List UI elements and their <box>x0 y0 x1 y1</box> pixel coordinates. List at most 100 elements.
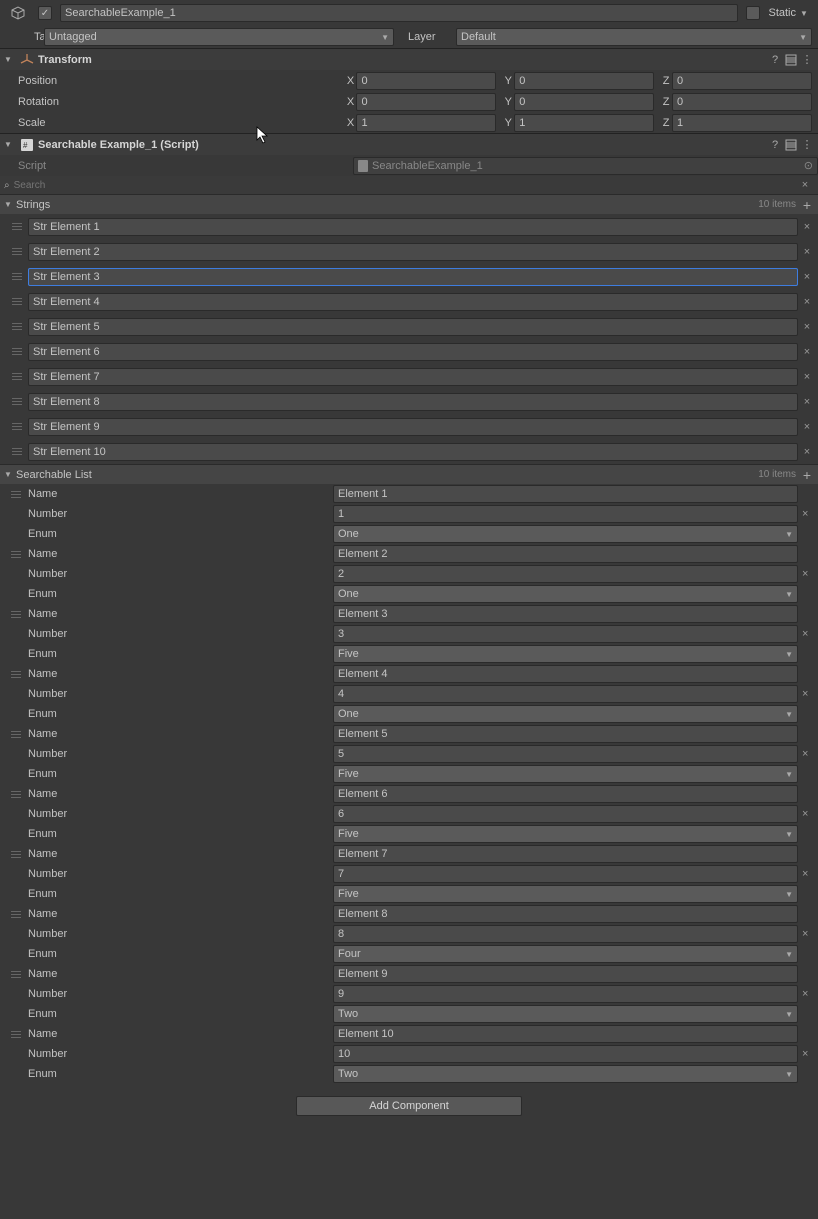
string-input[interactable] <box>28 443 798 461</box>
string-input[interactable] <box>28 368 798 386</box>
drag-handle-icon[interactable] <box>10 398 24 405</box>
drag-handle-icon[interactable] <box>10 911 22 918</box>
x-input[interactable] <box>356 114 496 132</box>
clear-search-icon[interactable]: × <box>798 179 812 191</box>
add-item-icon[interactable]: + <box>800 197 814 213</box>
remove-item-icon[interactable]: × <box>802 748 808 760</box>
number-input[interactable] <box>333 505 798 523</box>
z-label[interactable]: Z <box>660 117 672 129</box>
search-input[interactable] <box>12 180 796 191</box>
enum-dropdown[interactable]: One ▼ <box>333 705 798 723</box>
drag-handle-icon[interactable] <box>10 491 22 498</box>
enum-dropdown[interactable]: Two ▼ <box>333 1005 798 1023</box>
drag-handle-icon[interactable] <box>10 1031 22 1038</box>
name-input[interactable] <box>333 545 798 563</box>
x-input[interactable] <box>356 72 496 90</box>
remove-item-icon[interactable]: × <box>802 928 808 940</box>
layer-dropdown[interactable]: Default ▼ <box>456 28 812 46</box>
drag-handle-icon[interactable] <box>10 671 22 678</box>
y-label[interactable]: Y <box>502 75 514 87</box>
string-input[interactable] <box>28 243 798 261</box>
number-input[interactable] <box>333 625 798 643</box>
z-label[interactable]: Z <box>660 96 672 108</box>
name-input[interactable] <box>333 785 798 803</box>
remove-item-icon[interactable]: × <box>800 271 814 283</box>
remove-item-icon[interactable]: × <box>802 568 808 580</box>
remove-item-icon[interactable]: × <box>800 421 814 433</box>
name-input[interactable] <box>333 965 798 983</box>
number-input[interactable] <box>333 565 798 583</box>
remove-item-icon[interactable]: × <box>800 321 814 333</box>
static-checkbox[interactable] <box>746 6 760 20</box>
chevron-down-icon[interactable]: ▼ <box>800 9 810 18</box>
enum-dropdown[interactable]: Two ▼ <box>333 1065 798 1083</box>
kebab-icon[interactable]: ⋮ <box>800 138 814 152</box>
string-input[interactable] <box>28 293 798 311</box>
object-name-input[interactable] <box>60 4 738 22</box>
name-input[interactable] <box>333 1025 798 1043</box>
remove-item-icon[interactable]: × <box>800 446 814 458</box>
kebab-icon[interactable]: ⋮ <box>800 53 814 67</box>
x-label[interactable]: X <box>345 75 357 87</box>
y-label[interactable]: Y <box>502 96 514 108</box>
drag-handle-icon[interactable] <box>10 971 22 978</box>
y-input[interactable] <box>514 93 654 111</box>
enum-dropdown[interactable]: Five ▼ <box>333 885 798 903</box>
drag-handle-icon[interactable] <box>10 348 24 355</box>
drag-handle-icon[interactable] <box>10 273 24 280</box>
drag-handle-icon[interactable] <box>10 423 24 430</box>
remove-item-icon[interactable]: × <box>800 371 814 383</box>
drag-handle-icon[interactable] <box>10 248 24 255</box>
remove-item-icon[interactable]: × <box>802 868 808 880</box>
number-input[interactable] <box>333 805 798 823</box>
remove-item-icon[interactable]: × <box>800 396 814 408</box>
remove-item-icon[interactable]: × <box>802 988 808 1000</box>
object-picker-icon[interactable]: ⊙ <box>804 159 813 172</box>
drag-handle-icon[interactable] <box>10 323 24 330</box>
string-input[interactable] <box>28 218 798 236</box>
searchable-list-header[interactable]: ▼ Searchable List 10 items + <box>0 464 818 484</box>
y-input[interactable] <box>514 72 654 90</box>
enum-dropdown[interactable]: Five ▼ <box>333 765 798 783</box>
string-input[interactable] <box>28 318 798 336</box>
remove-item-icon[interactable]: × <box>800 346 814 358</box>
enum-dropdown[interactable]: Four ▼ <box>333 945 798 963</box>
drag-handle-icon[interactable] <box>10 611 22 618</box>
z-input[interactable] <box>672 93 812 111</box>
name-input[interactable] <box>333 845 798 863</box>
remove-item-icon[interactable]: × <box>800 296 814 308</box>
enum-dropdown[interactable]: Five ▼ <box>333 825 798 843</box>
add-item-icon[interactable]: + <box>800 467 814 483</box>
strings-header[interactable]: ▼ Strings 10 items + <box>0 194 818 214</box>
foldout-icon[interactable]: ▼ <box>4 140 14 149</box>
drag-handle-icon[interactable] <box>10 851 22 858</box>
name-input[interactable] <box>333 605 798 623</box>
drag-handle-icon[interactable] <box>10 551 22 558</box>
foldout-icon[interactable]: ▼ <box>4 470 14 479</box>
remove-item-icon[interactable]: × <box>802 808 808 820</box>
name-input[interactable] <box>333 905 798 923</box>
number-input[interactable] <box>333 925 798 943</box>
cube-icon[interactable] <box>9 4 27 22</box>
foldout-icon[interactable]: ▼ <box>4 55 14 64</box>
string-input[interactable] <box>28 393 798 411</box>
transform-header[interactable]: ▼ Transform ? ⋮ <box>0 48 818 70</box>
name-input[interactable] <box>333 725 798 743</box>
name-input[interactable] <box>333 485 798 503</box>
z-label[interactable]: Z <box>660 75 672 87</box>
script-component-header[interactable]: ▼ # Searchable Example_1 (Script) ? ⋮ <box>0 133 818 155</box>
z-input[interactable] <box>672 114 812 132</box>
y-input[interactable] <box>514 114 654 132</box>
foldout-icon[interactable]: ▼ <box>4 200 14 209</box>
help-icon[interactable]: ? <box>768 138 782 152</box>
string-input[interactable] <box>28 268 798 286</box>
remove-item-icon[interactable]: × <box>802 628 808 640</box>
x-label[interactable]: X <box>345 96 357 108</box>
enum-dropdown[interactable]: One ▼ <box>333 525 798 543</box>
z-input[interactable] <box>672 72 812 90</box>
string-input[interactable] <box>28 343 798 361</box>
number-input[interactable] <box>333 685 798 703</box>
remove-item-icon[interactable]: × <box>802 688 808 700</box>
drag-handle-icon[interactable] <box>10 791 22 798</box>
number-input[interactable] <box>333 865 798 883</box>
